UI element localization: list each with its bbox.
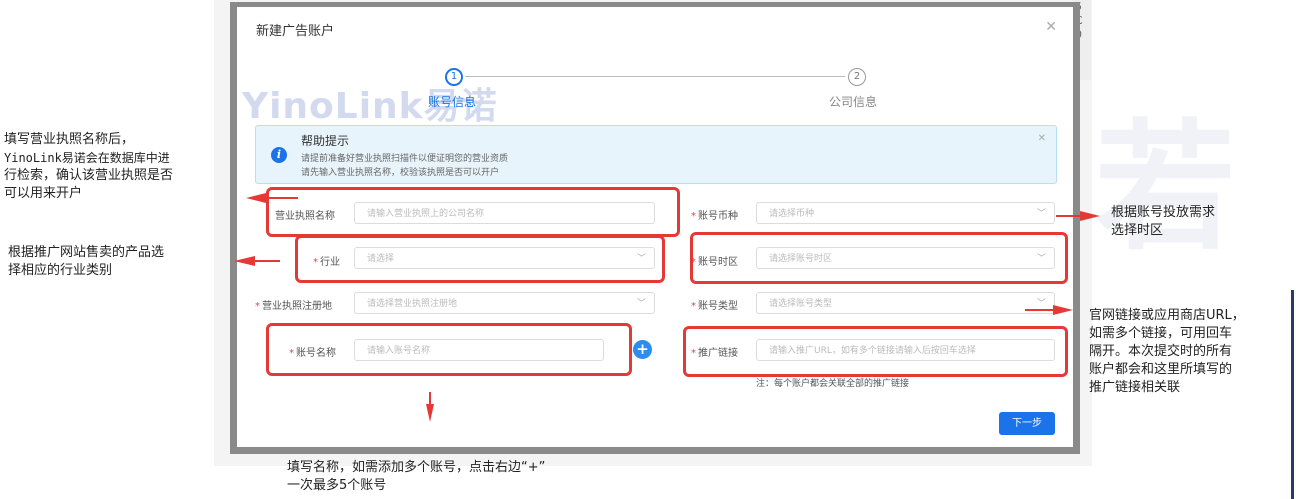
annotation-industry: 根据推广网站售卖的产品选 择相应的行业类别 — [8, 245, 165, 278]
annotation-account-name: 填写名称，如需添加多个账号，点击右边“+” 一次最多5个账号 — [287, 460, 546, 493]
annotation-license: 填写营业执照名称后， YinoLink易诺会在数据库中进 行检索，确认该营业执照… — [4, 132, 174, 201]
annotation-arrows — [234, 193, 1100, 422]
annotation-link: 官网链接或应用商店URL， 如需多个链接，可用回车 隔开。本次提交时的所有 账户… — [1089, 308, 1245, 395]
annotation-timezone: 根据账号投放需求 选择时区 — [1111, 205, 1216, 238]
